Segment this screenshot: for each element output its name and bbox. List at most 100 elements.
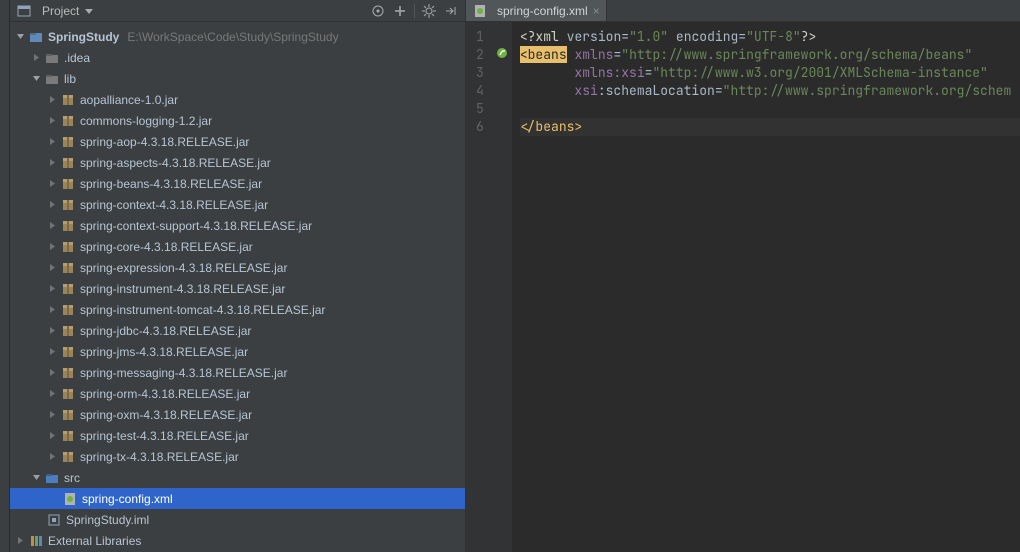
chevron-right-icon[interactable]: [46, 409, 58, 421]
jar-archive-icon: [60, 302, 76, 318]
jar-archive-icon: [60, 92, 76, 108]
chevron-right-icon[interactable]: [46, 367, 58, 379]
tree-node-jar[interactable]: spring-aspects-4.3.18.RELEASE.jar: [10, 152, 465, 173]
project-panel-title[interactable]: Project: [42, 4, 79, 18]
tree-label: spring-beans-4.3.18.RELEASE.jar: [80, 177, 262, 191]
module-file-icon: [46, 512, 62, 528]
tree-node-jar[interactable]: spring-test-4.3.18.RELEASE.jar: [10, 425, 465, 446]
tree-label: spring-jms-4.3.18.RELEASE.jar: [80, 345, 248, 359]
chevron-right-icon[interactable]: [14, 535, 26, 547]
chevron-down-icon[interactable]: [30, 472, 42, 484]
chevron-right-icon[interactable]: [46, 136, 58, 148]
gutter-marks: [492, 22, 512, 552]
jar-archive-icon: [60, 365, 76, 381]
tree-node-jar[interactable]: spring-oxm-4.3.18.RELEASE.jar: [10, 404, 465, 425]
tree-node-jar[interactable]: spring-messaging-4.3.18.RELEASE.jar: [10, 362, 465, 383]
project-tree[interactable]: SpringStudy E:\WorkSpace\Code\Study\Spri…: [10, 22, 465, 552]
jar-archive-icon: [60, 407, 76, 423]
tree-node-jar[interactable]: spring-aop-4.3.18.RELEASE.jar: [10, 131, 465, 152]
tree-label: spring-aop-4.3.18.RELEASE.jar: [80, 135, 249, 149]
tree-node-jar[interactable]: spring-core-4.3.18.RELEASE.jar: [10, 236, 465, 257]
tree-node-src[interactable]: src: [10, 467, 465, 488]
tab-label: spring-config.xml: [497, 4, 588, 18]
chevron-right-icon[interactable]: [30, 52, 42, 64]
chevron-down-icon[interactable]: [14, 31, 26, 43]
tree-label: spring-oxm-4.3.18.RELEASE.jar: [80, 408, 252, 422]
tree-node-project-root[interactable]: SpringStudy E:\WorkSpace\Code\Study\Spri…: [10, 26, 465, 47]
tree-node-jar[interactable]: spring-instrument-tomcat-4.3.18.RELEASE.…: [10, 299, 465, 320]
tree-node-lib[interactable]: lib: [10, 68, 465, 89]
tree-node-jar[interactable]: aopalliance-1.0.jar: [10, 89, 465, 110]
chevron-right-icon[interactable]: [46, 325, 58, 337]
tab-spring-config[interactable]: spring-config.xml ×: [466, 0, 607, 21]
chevron-right-icon[interactable]: [46, 388, 58, 400]
tree-label: spring-instrument-4.3.18.RELEASE.jar: [80, 282, 285, 296]
tree-node-jar[interactable]: spring-jdbc-4.3.18.RELEASE.jar: [10, 320, 465, 341]
tree-node-jar[interactable]: spring-orm-4.3.18.RELEASE.jar: [10, 383, 465, 404]
project-panel-header: Project: [10, 0, 465, 22]
locate-icon[interactable]: [370, 3, 386, 19]
chevron-down-icon[interactable]: [30, 73, 42, 85]
tree-node-jar[interactable]: spring-context-4.3.18.RELEASE.jar: [10, 194, 465, 215]
chevron-right-icon[interactable]: [46, 115, 58, 127]
chevron-right-icon[interactable]: [46, 178, 58, 190]
tree-label: spring-config.xml: [82, 492, 173, 506]
jar-archive-icon: [60, 113, 76, 129]
tree-label: commons-logging-1.2.jar: [80, 114, 212, 128]
tree-label: spring-context-4.3.18.RELEASE.jar: [80, 198, 268, 212]
chevron-right-icon[interactable]: [46, 157, 58, 169]
code-text[interactable]: <?xml version="1.0" encoding="UTF-8"?> <…: [512, 22, 1020, 552]
tree-label: spring-jdbc-4.3.18.RELEASE.jar: [80, 324, 251, 338]
tree-label: spring-instrument-tomcat-4.3.18.RELEASE.…: [80, 303, 325, 317]
chevron-right-icon[interactable]: [46, 283, 58, 295]
tree-node-jar[interactable]: spring-expression-4.3.18.RELEASE.jar: [10, 257, 465, 278]
tree-node-jar[interactable]: spring-beans-4.3.18.RELEASE.jar: [10, 173, 465, 194]
editor-area: spring-config.xml × 123 456 <?xml versio…: [466, 0, 1020, 552]
tree-label: lib: [64, 72, 76, 86]
chevron-right-icon[interactable]: [46, 241, 58, 253]
tree-label: spring-test-4.3.18.RELEASE.jar: [80, 429, 249, 443]
chevron-right-icon[interactable]: [46, 220, 58, 232]
divider: [414, 4, 415, 18]
tree-node-spring-config[interactable]: spring-config.xml: [10, 488, 465, 509]
editor-tab-bar: spring-config.xml ×: [466, 0, 1020, 22]
tree-label: External Libraries: [48, 534, 141, 548]
line-number-gutter: 123 456: [466, 22, 492, 552]
tree-node-jar[interactable]: spring-context-support-4.3.18.RELEASE.ja…: [10, 215, 465, 236]
tree-label: spring-expression-4.3.18.RELEASE.jar: [80, 261, 287, 275]
gear-icon[interactable]: [421, 3, 437, 19]
chevron-right-icon[interactable]: [46, 304, 58, 316]
project-view-dropdown[interactable]: [85, 4, 93, 18]
expand-all-icon[interactable]: [392, 3, 408, 19]
xml-spring-file-icon: [472, 3, 488, 19]
tree-node-jar[interactable]: spring-jms-4.3.18.RELEASE.jar: [10, 341, 465, 362]
jar-archive-icon: [60, 344, 76, 360]
chevron-right-icon[interactable]: [46, 94, 58, 106]
tree-label: spring-orm-4.3.18.RELEASE.jar: [80, 387, 250, 401]
tree-node-jar[interactable]: spring-instrument-4.3.18.RELEASE.jar: [10, 278, 465, 299]
chevron-right-icon[interactable]: [46, 346, 58, 358]
project-root-label: SpringStudy: [48, 30, 119, 44]
project-icon: [16, 3, 32, 19]
jar-archive-icon: [60, 155, 76, 171]
folder-icon: [44, 50, 60, 66]
project-root-icon: [28, 29, 44, 45]
chevron-right-icon[interactable]: [46, 430, 58, 442]
tree-node-external-libraries[interactable]: External Libraries: [10, 530, 465, 551]
tree-node-iml[interactable]: SpringStudy.iml: [10, 509, 465, 530]
chevron-right-icon[interactable]: [46, 199, 58, 211]
hide-icon[interactable]: [443, 3, 459, 19]
jar-archive-icon: [60, 428, 76, 444]
sidebar-rail: [0, 0, 10, 552]
tree-node-idea[interactable]: .idea: [10, 47, 465, 68]
editor-body[interactable]: 123 456 <?xml version="1.0" encoding="UT…: [466, 22, 1020, 552]
spring-gutter-icon[interactable]: [495, 46, 509, 64]
tree-node-jar[interactable]: spring-tx-4.3.18.RELEASE.jar: [10, 446, 465, 467]
chevron-right-icon[interactable]: [46, 262, 58, 274]
project-panel: Project SpringStudy E:\WorkSpace\Code\St…: [10, 0, 466, 552]
tree-label: .idea: [64, 51, 90, 65]
chevron-right-icon[interactable]: [46, 451, 58, 463]
close-icon[interactable]: ×: [593, 4, 600, 18]
tree-node-jar[interactable]: commons-logging-1.2.jar: [10, 110, 465, 131]
jar-archive-icon: [60, 197, 76, 213]
